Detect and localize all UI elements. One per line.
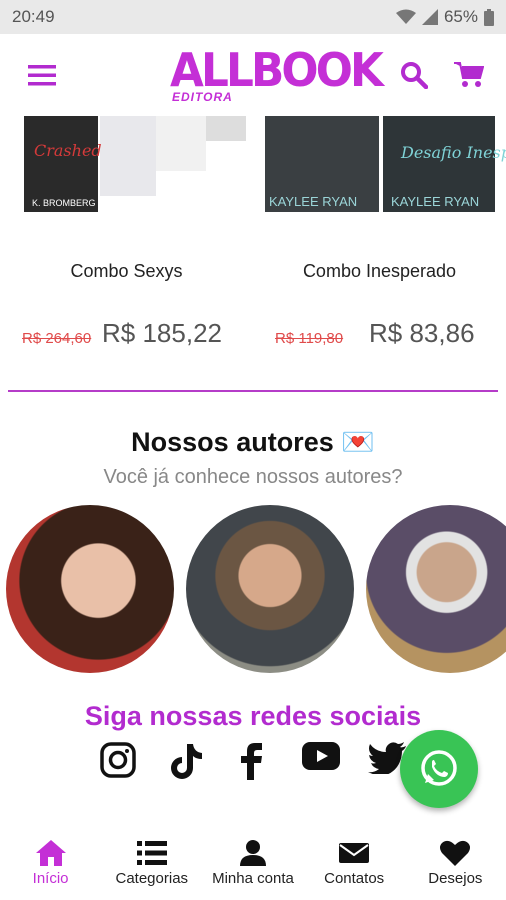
nav-contacts[interactable]: Contatos bbox=[304, 836, 404, 900]
logo-subtext: EDITORA bbox=[172, 90, 233, 104]
nav-account[interactable]: Minha conta bbox=[203, 836, 303, 900]
nav-categories[interactable]: Categorias bbox=[102, 836, 202, 900]
old-price: R$ 264,60 bbox=[22, 330, 92, 347]
product-image[interactable]: Desafio Inesperado KAYLEE RYAN KAYLEE RY… bbox=[253, 116, 506, 216]
author-photo[interactable] bbox=[6, 505, 174, 673]
nav-home[interactable]: Início bbox=[1, 836, 101, 900]
section-divider bbox=[8, 390, 498, 392]
author-photo[interactable] bbox=[186, 505, 354, 673]
nav-label: Contatos bbox=[324, 870, 385, 887]
author-photo[interactable] bbox=[366, 505, 506, 673]
menu-icon[interactable] bbox=[28, 63, 56, 87]
wifi-icon bbox=[395, 9, 416, 24]
cover-author: K. BROMBERG bbox=[32, 198, 96, 208]
cover-author: KAYLEE RYAN bbox=[391, 194, 479, 209]
product-name[interactable]: Combo Sexys bbox=[0, 261, 253, 282]
book-covers-image: Crashed K. BROMBERG bbox=[24, 116, 246, 212]
product-card[interactable]: Crashed K. BROMBERG Combo Sexys R$ 264,6… bbox=[0, 116, 253, 392]
mail-icon bbox=[339, 843, 370, 863]
tiktok-icon[interactable] bbox=[168, 742, 204, 780]
list-icon bbox=[136, 841, 167, 865]
nav-label: Início bbox=[32, 870, 69, 887]
cart-icon[interactable] bbox=[454, 61, 484, 89]
book-covers-image: Desafio Inesperado KAYLEE RYAN KAYLEE RY… bbox=[265, 116, 506, 212]
youtube-icon[interactable] bbox=[302, 742, 340, 770]
user-icon bbox=[239, 840, 266, 866]
battery-icon bbox=[484, 8, 494, 26]
authors-title: Nossos autores 💌 bbox=[131, 427, 375, 457]
status-time: 20:49 bbox=[12, 7, 55, 26]
instagram-icon[interactable] bbox=[100, 742, 136, 778]
cover-title: Crashed bbox=[34, 141, 102, 160]
authors-subtitle: Você já conhece nossos autores? bbox=[103, 466, 403, 488]
product-name[interactable]: Combo Inesperado bbox=[253, 261, 506, 282]
logo-text: ALLBOOK bbox=[170, 43, 384, 97]
price: R$ 185,22 bbox=[102, 318, 222, 348]
allbook-logo[interactable]: ALLBOOK EDITORA bbox=[170, 43, 384, 106]
battery-percent: 65% bbox=[443, 7, 478, 26]
price: R$ 83,86 bbox=[369, 318, 475, 348]
heart-icon bbox=[440, 840, 471, 866]
product-image[interactable]: Crashed K. BROMBERG bbox=[0, 116, 253, 216]
nav-wishlist[interactable]: Desejos bbox=[405, 836, 505, 900]
whatsapp-icon bbox=[421, 750, 457, 786]
facebook-icon[interactable] bbox=[240, 742, 264, 780]
app-header: ALLBOOK EDITORA bbox=[0, 34, 506, 116]
nav-label: Categorias bbox=[115, 870, 189, 887]
home-icon bbox=[35, 840, 66, 866]
status-bar: 20:49 65% bbox=[0, 0, 506, 34]
cover-title: Desafio Inesperado bbox=[400, 143, 506, 162]
whatsapp-button[interactable] bbox=[400, 730, 478, 808]
product-card[interactable]: Desafio Inesperado KAYLEE RYAN KAYLEE RY… bbox=[253, 116, 506, 392]
nav-label: Minha conta bbox=[212, 870, 294, 887]
signal-icon bbox=[421, 9, 438, 25]
svg-text:KAYLEE RYAN: KAYLEE RYAN bbox=[269, 194, 357, 209]
nav-label: Desejos bbox=[428, 870, 483, 887]
old-price: R$ 119,80 bbox=[275, 330, 344, 347]
authors-carousel bbox=[0, 505, 506, 685]
product-carousel: Crashed K. BROMBERG Combo Sexys R$ 264,6… bbox=[0, 116, 506, 392]
search-icon[interactable] bbox=[400, 61, 428, 89]
bottom-navigation: Início Categorias Minha conta Contatos D… bbox=[0, 836, 506, 900]
social-title: Siga nossas redes sociais bbox=[84, 701, 422, 731]
